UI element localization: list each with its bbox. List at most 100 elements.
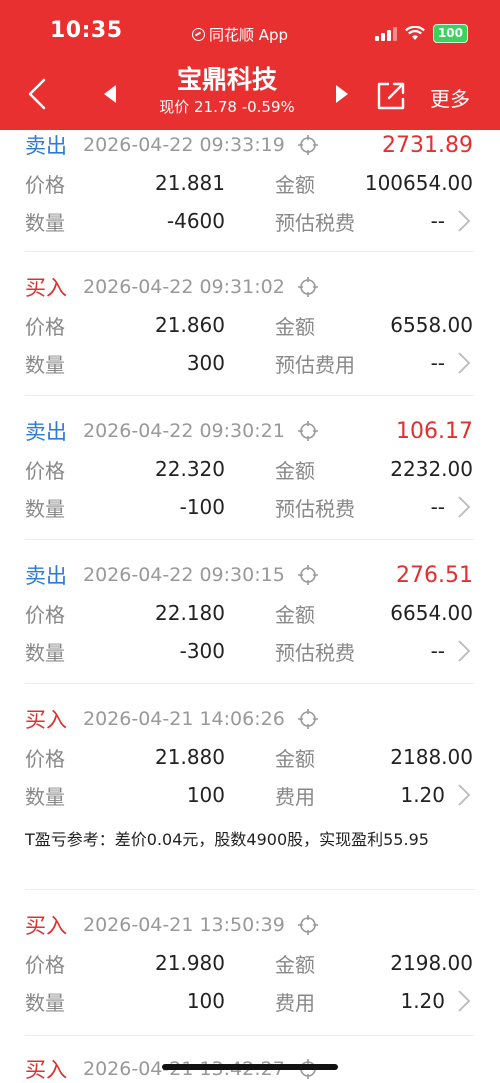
qty-label: 数量 bbox=[25, 640, 65, 665]
price-value: 22.180 bbox=[155, 601, 225, 625]
crosshair-icon[interactable] bbox=[297, 420, 319, 442]
chevron-right-icon[interactable] bbox=[457, 351, 471, 375]
trade-datetime: 2026-04-22 09:30:21 bbox=[83, 420, 285, 442]
trade-type: 卖出 bbox=[25, 420, 67, 444]
transaction-record[interactable]: 卖出 2026-04-22 09:30:15 276.51 价格 22.180 … bbox=[25, 540, 475, 684]
price-value: 21.881 bbox=[155, 171, 225, 195]
trade-datetime: 2026-04-21 14:06:26 bbox=[83, 708, 285, 730]
cellular-signal-icon bbox=[374, 26, 397, 41]
status-app-name: 同花顺 App bbox=[209, 26, 289, 44]
t-profit-note: T盈亏参考：差价0.04元，股数4900股，实现盈利55.95 bbox=[25, 830, 429, 849]
amount-label: 金额 bbox=[275, 172, 315, 197]
record-header: 买入 2026-04-21 13:50:39 bbox=[25, 906, 475, 944]
crosshair-icon[interactable] bbox=[297, 914, 319, 936]
amount-label: 金额 bbox=[275, 602, 315, 627]
fee-label: 预估税费 bbox=[275, 640, 355, 665]
transaction-record[interactable]: 卖出 2026-04-22 09:33:19 2731.89 价格 21.881… bbox=[25, 126, 475, 252]
amount-value: 2198.00 bbox=[390, 951, 473, 975]
amount-value: 2232.00 bbox=[390, 457, 473, 481]
amount-value: 100654.00 bbox=[364, 171, 473, 195]
chevron-right-icon[interactable] bbox=[457, 783, 471, 807]
price-label: 价格 bbox=[25, 952, 65, 977]
price-row: 价格 21.860 金额 6558.00 bbox=[25, 306, 475, 344]
stock-name: 宝鼎科技 bbox=[176, 65, 277, 94]
stock-title: 宝鼎科技 现价 21.78 -0.59% bbox=[130, 64, 324, 118]
chevron-right-icon[interactable] bbox=[457, 989, 471, 1013]
status-icons: 100 bbox=[374, 24, 468, 43]
trade-type: 卖出 bbox=[25, 134, 67, 158]
previous-stock-icon[interactable] bbox=[102, 84, 118, 104]
qty-label: 数量 bbox=[25, 990, 65, 1015]
qty-row[interactable]: 数量 300 预估费用 -- bbox=[25, 344, 475, 382]
fee-label: 预估费用 bbox=[275, 352, 355, 377]
fee-label: 预估税费 bbox=[275, 496, 355, 521]
transaction-record[interactable]: 买入 2026-04-21 14:06:26 价格 21.880 金额 2188… bbox=[25, 684, 475, 890]
transaction-record[interactable]: 买入 2026-04-21 13:50:39 价格 21.980 金额 2198… bbox=[25, 890, 475, 1036]
crosshair-icon[interactable] bbox=[297, 134, 319, 156]
crosshair-icon[interactable] bbox=[297, 276, 319, 298]
trade-datetime: 2026-04-22 09:31:02 bbox=[83, 276, 285, 298]
qty-label: 数量 bbox=[25, 352, 65, 377]
home-indicator[interactable] bbox=[162, 1064, 338, 1070]
qty-row[interactable]: 数量 -100 预估税费 -- bbox=[25, 488, 475, 526]
fee-value: -- bbox=[430, 495, 445, 519]
qty-row[interactable]: 数量 100 费用 1.20 bbox=[25, 982, 475, 1020]
fee-label: 预估税费 bbox=[275, 210, 355, 235]
amount-value: 6558.00 bbox=[390, 313, 473, 337]
fee-value: -- bbox=[430, 351, 445, 375]
qty-label: 数量 bbox=[25, 210, 65, 235]
record-header: 卖出 2026-04-22 09:30:15 276.51 bbox=[25, 556, 475, 594]
qty-row[interactable]: 数量 100 费用 1.20 bbox=[25, 776, 475, 814]
chevron-right-icon[interactable] bbox=[457, 495, 471, 519]
price-value: 21.980 bbox=[155, 951, 225, 975]
amount-label: 金额 bbox=[275, 314, 315, 339]
qty-label: 数量 bbox=[25, 496, 65, 521]
crosshair-icon[interactable] bbox=[297, 564, 319, 586]
qty-row[interactable]: 数量 -4600 预估税费 -- bbox=[25, 202, 475, 240]
trade-profit: 106.17 bbox=[396, 418, 473, 444]
price-label: 价格 bbox=[25, 458, 65, 483]
status-time: 10:35 bbox=[50, 18, 123, 43]
trade-datetime: 2026-04-22 09:33:19 bbox=[83, 134, 285, 156]
record-header: 买入 2026-04-21 14:06:26 bbox=[25, 700, 475, 738]
price-value: 21.860 bbox=[155, 313, 225, 337]
price-row: 价格 21.980 金额 2198.00 bbox=[25, 944, 475, 982]
more-button[interactable]: 更多 bbox=[430, 83, 470, 112]
qty-value: -300 bbox=[179, 639, 225, 663]
chevron-right-icon[interactable] bbox=[457, 639, 471, 663]
transaction-record[interactable]: 买入 2026-04-21 13:42:27 bbox=[25, 1036, 475, 1083]
crosshair-icon[interactable] bbox=[297, 708, 319, 730]
amount-label: 金额 bbox=[275, 746, 315, 771]
next-stock-icon[interactable] bbox=[334, 84, 350, 104]
fee-value: 1.20 bbox=[400, 989, 445, 1013]
trade-type: 买入 bbox=[25, 276, 67, 300]
trade-type: 买入 bbox=[25, 708, 67, 732]
status-app-indicator[interactable]: 同花顺 App bbox=[192, 24, 288, 45]
amount-value: 2188.00 bbox=[390, 745, 473, 769]
fee-label: 费用 bbox=[275, 784, 315, 809]
back-icon[interactable] bbox=[24, 76, 52, 112]
record-header: 买入 2026-04-22 09:31:02 bbox=[25, 268, 475, 306]
qty-row[interactable]: 数量 -300 预估税费 -- bbox=[25, 632, 475, 670]
price-label: 价格 bbox=[25, 746, 65, 771]
transaction-list: 卖出 2026-04-22 09:33:19 2731.89 价格 21.881… bbox=[0, 130, 500, 1083]
price-label: 价格 bbox=[25, 602, 65, 627]
price-row: 价格 21.880 金额 2188.00 bbox=[25, 738, 475, 776]
qty-value: 100 bbox=[186, 989, 225, 1013]
price-value: 21.880 bbox=[155, 745, 225, 769]
trade-datetime: 2026-04-22 09:30:15 bbox=[83, 564, 285, 586]
transaction-record[interactable]: 买入 2026-04-22 09:31:02 价格 21.860 金额 6558… bbox=[25, 252, 475, 396]
price-row: 价格 22.320 金额 2232.00 bbox=[25, 450, 475, 488]
qty-label: 数量 bbox=[25, 784, 65, 809]
qty-value: -100 bbox=[179, 495, 225, 519]
app-logo-icon bbox=[192, 28, 205, 41]
trade-profit: 2731.89 bbox=[382, 132, 473, 158]
qty-value: 300 bbox=[186, 351, 225, 375]
record-header: 卖出 2026-04-22 09:30:21 106.17 bbox=[25, 412, 475, 450]
battery-indicator: 100 bbox=[432, 24, 468, 43]
record-header: 卖出 2026-04-22 09:33:19 2731.89 bbox=[25, 126, 475, 164]
price-value: 22.320 bbox=[155, 457, 225, 481]
share-icon[interactable] bbox=[375, 80, 407, 112]
chevron-right-icon[interactable] bbox=[457, 209, 471, 233]
transaction-record[interactable]: 卖出 2026-04-22 09:30:21 106.17 价格 22.320 … bbox=[25, 396, 475, 540]
